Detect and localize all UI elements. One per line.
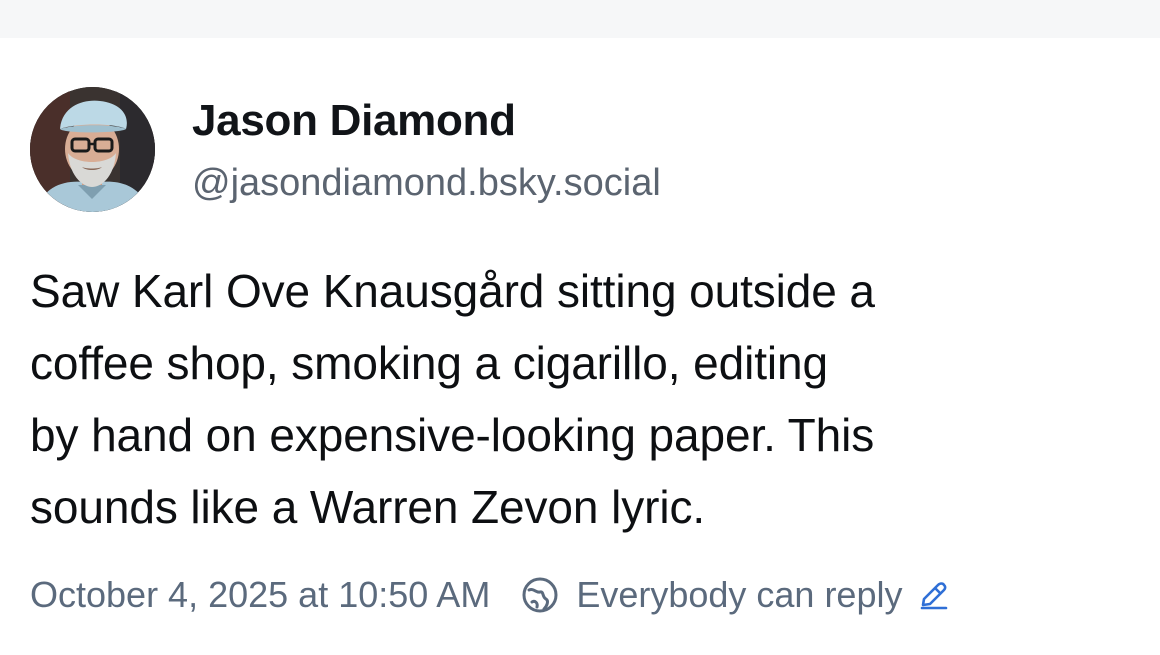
post-text-line: coffee shop, smoking a cigarillo, editin…: [30, 337, 828, 389]
post-timestamp[interactable]: October 4, 2025 at 10:50 AM: [30, 574, 490, 616]
post-meta: October 4, 2025 at 10:50 AM Everybody ca…: [30, 571, 950, 619]
top-strip: [0, 0, 1160, 38]
post-card: Jason Diamond @jasondiamond.bsky.social …: [0, 38, 1160, 655]
post-text-line: sounds like a Warren Zevon lyric.: [30, 481, 706, 533]
post-text: Saw Karl Ove Knausgård sitting outside a…: [30, 255, 1130, 543]
reply-setting-label: Everybody can reply: [576, 574, 903, 615]
pencil-icon[interactable]: [916, 578, 950, 612]
post-text-line: by hand on expensive-looking paper. This: [30, 409, 875, 461]
author-display-name[interactable]: Jason Diamond: [192, 96, 516, 146]
globe-icon: [520, 575, 560, 615]
avatar[interactable]: [30, 87, 155, 212]
author-handle[interactable]: @jasondiamond.bsky.social: [192, 162, 661, 205]
post-text-line: Saw Karl Ove Knausgård sitting outside a: [30, 265, 875, 317]
